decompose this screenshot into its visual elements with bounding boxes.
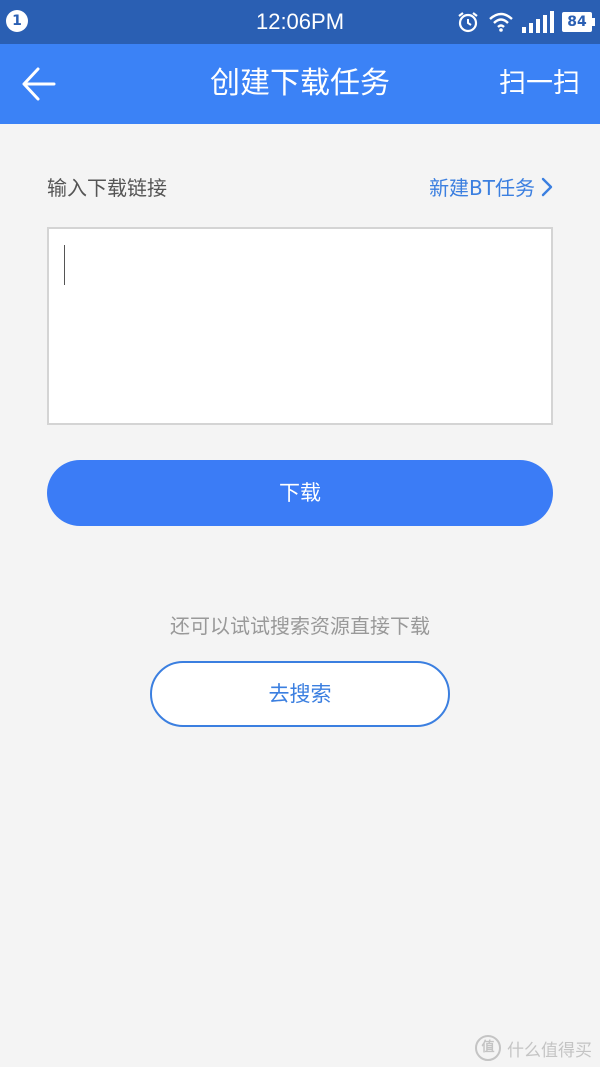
new-bt-task-label: 新建BT任务: [429, 176, 535, 200]
back-button[interactable]: [14, 58, 66, 110]
download-button[interactable]: 下载: [47, 460, 553, 526]
scan-button[interactable]: 扫一扫: [499, 44, 580, 124]
new-bt-task-link[interactable]: 新建BT任务: [429, 172, 553, 201]
status-icons: 84: [456, 8, 595, 36]
nav-bar: 创建下载任务 扫一扫: [0, 44, 600, 124]
battery-icon: 84: [562, 12, 595, 32]
signal-icon: [522, 11, 554, 33]
status-bar: 1 12:06PM 84: [0, 0, 600, 44]
search-hint: 还可以试试搜索资源直接下载: [170, 614, 430, 638]
alarm-icon: [458, 12, 478, 33]
go-search-button[interactable]: 去搜索: [150, 661, 450, 727]
watermark-text: 什么值得买: [507, 1040, 592, 1061]
watermark-logo-icon: 值: [475, 1035, 501, 1061]
link-input-label: 输入下载链接: [47, 176, 167, 200]
chevron-right-icon: [541, 177, 553, 196]
watermark: 值 什么值得买: [475, 1035, 592, 1061]
wifi-icon: [489, 12, 513, 32]
download-link-input[interactable]: [47, 227, 553, 425]
text-caret: [64, 245, 65, 285]
back-arrow-icon: [22, 67, 56, 101]
